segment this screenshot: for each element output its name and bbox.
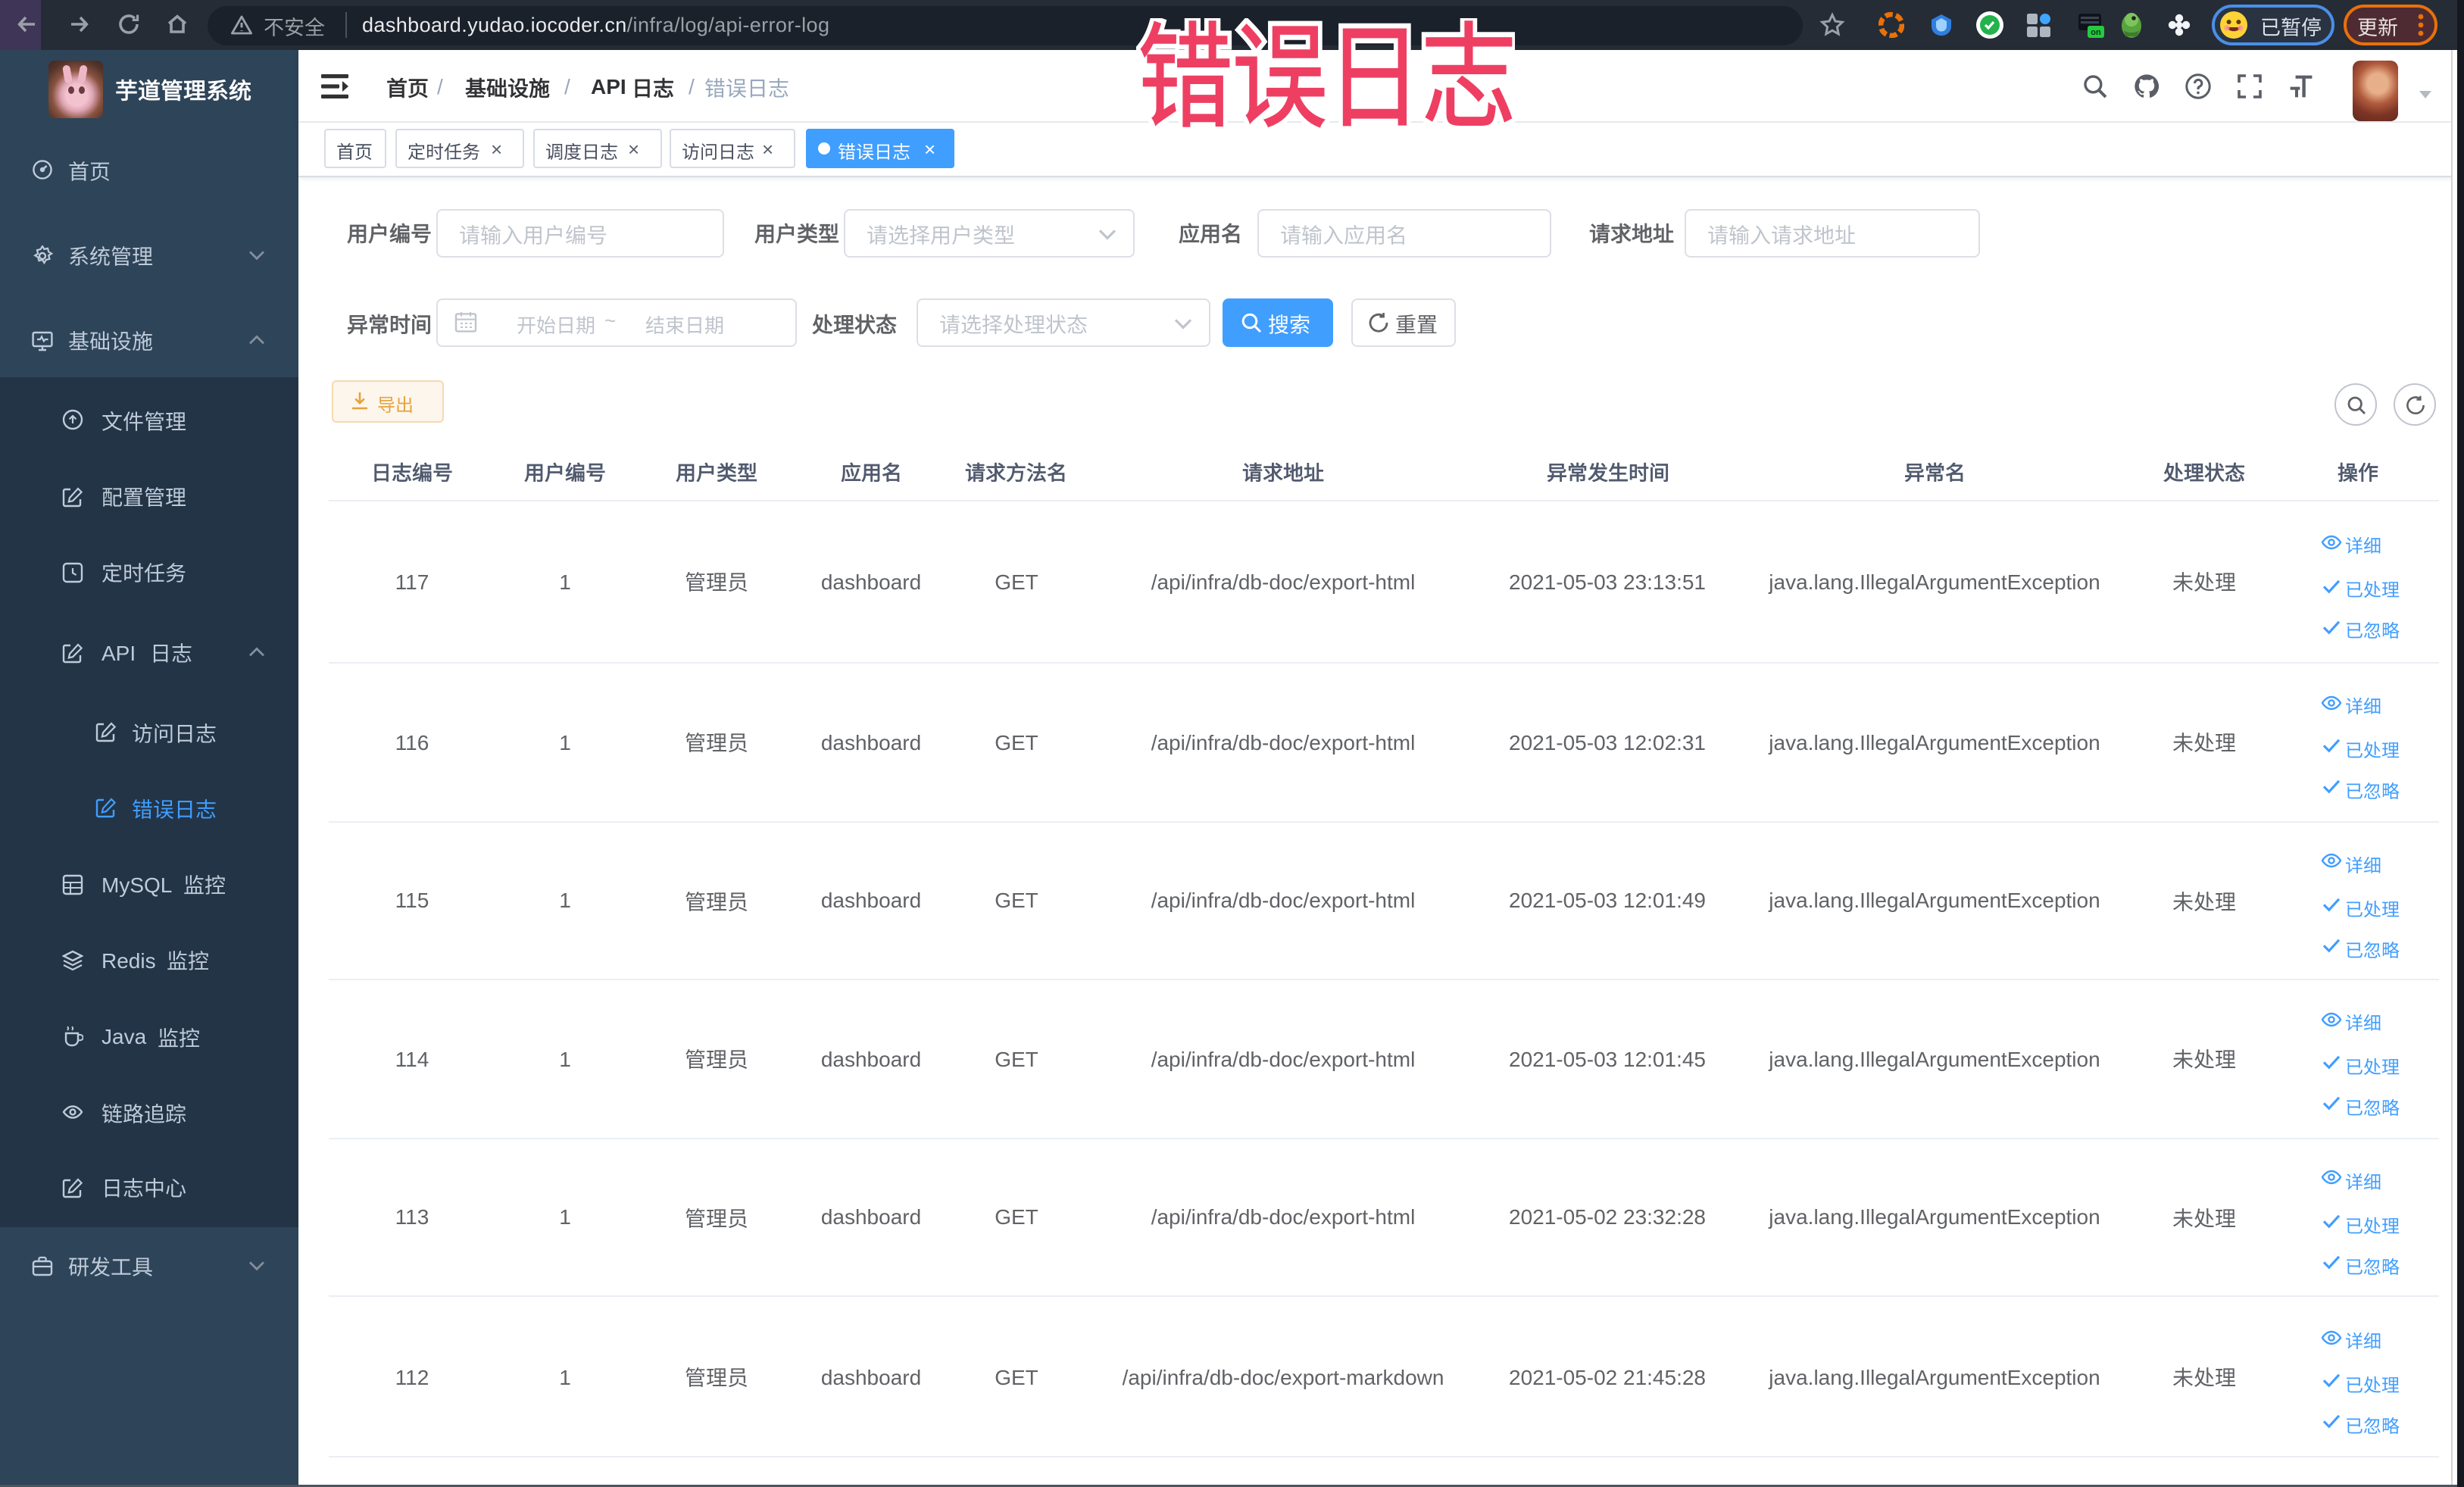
svg-text:on: on (2090, 28, 2100, 37)
